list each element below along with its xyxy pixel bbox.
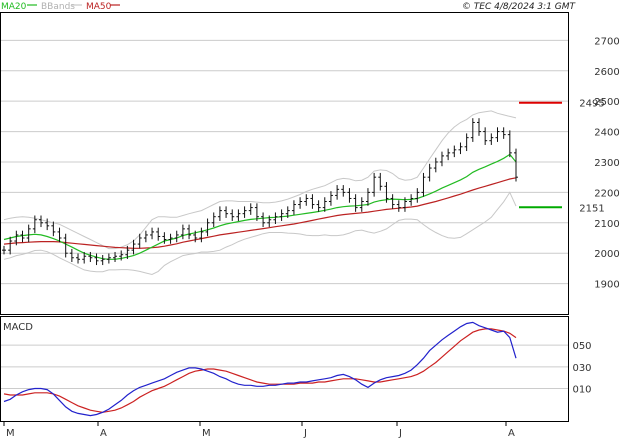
- stock-chart: 24952151 1900200021002200230024002500260…: [0, 2, 620, 439]
- legend-ma20-label: MA20: [1, 2, 27, 12]
- price-y-tick-label: 2300: [594, 158, 619, 169]
- price-y-tick-label: 2000: [594, 249, 619, 260]
- macd-panel-frame: [0, 316, 569, 422]
- x-tick-label: A: [508, 428, 515, 439]
- legend-bbands-label: BBands: [41, 2, 75, 12]
- macd-y-tick-label: 010: [572, 385, 591, 396]
- x-tick-label: J: [303, 428, 307, 439]
- legend: MA20 BBands MA50: [1, 2, 120, 12]
- price-panel-frame: [0, 12, 569, 315]
- x-tick-labels: MAMJJA: [3, 421, 515, 439]
- macd-panel-title: MACD: [3, 322, 33, 333]
- price-y-tick-label: 2400: [594, 128, 619, 139]
- price-y-tick-label: 2100: [594, 219, 619, 230]
- macd-y-tick-labels: 010 030 050: [572, 341, 591, 395]
- x-tick-label: M: [202, 428, 211, 439]
- legend-ma50-label: MA50: [86, 2, 112, 12]
- x-tick-label: J: [398, 428, 402, 439]
- price-y-tick-label: 2600: [594, 67, 619, 78]
- macd-y-tick-label: 050: [572, 341, 591, 352]
- price-y-tick-label: 2500: [594, 97, 619, 108]
- x-tick-label: M: [6, 428, 15, 439]
- support-level-label: 2151: [579, 203, 604, 214]
- price-y-tick-label: 2700: [594, 36, 619, 47]
- x-tick-label: A: [100, 428, 107, 439]
- macd-y-tick-label: 030: [572, 363, 591, 374]
- price-y-tick-labels: 1900 2000 2100 2200 2300 2400 2500 2600 2700: [594, 36, 619, 290]
- price-y-tick-label: 1900: [594, 280, 619, 291]
- price-y-tick-label: 2200: [594, 188, 619, 199]
- copyright-text: © TEC 4/8/2024 3:1 GMT: [462, 2, 577, 12]
